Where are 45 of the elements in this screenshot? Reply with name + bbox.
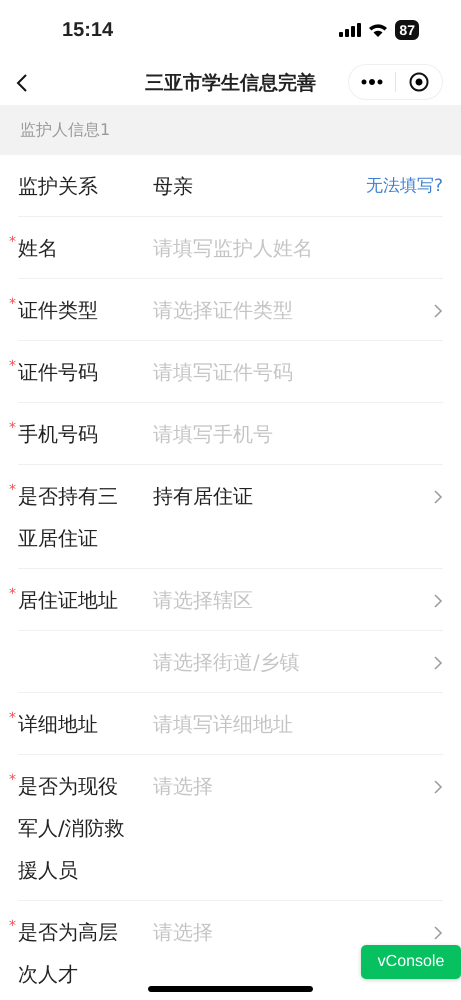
select-field[interactable]: 请选择 [153, 765, 433, 807]
field-label: 是否持有三亚居住证 [18, 483, 119, 552]
required-mark: * [9, 585, 17, 604]
select-field[interactable]: 请选择街道/乡镇 [153, 641, 433, 683]
required-mark: * [9, 917, 17, 936]
field-label: 姓名 [18, 235, 59, 262]
required-mark: * [9, 295, 17, 314]
section-title: 监护人信息1 [20, 120, 110, 140]
status-time: 15:14 [62, 18, 114, 42]
input-field[interactable]: 请填写手机号 [153, 413, 443, 455]
field-label: 是否为现役军人/消防救援人员 [18, 773, 126, 884]
select-field[interactable]: 请选择辖区 [153, 579, 433, 621]
chevron-right-icon [433, 925, 443, 941]
page-title: 三亚市学生信息完善 [144, 70, 317, 96]
input-field[interactable]: 请填写证件号码 [153, 351, 443, 393]
field-label: 证件类型 [18, 297, 99, 324]
chevron-right-icon [433, 593, 443, 609]
required-mark: * [9, 771, 17, 790]
field-value[interactable]: 母亲 [153, 165, 366, 207]
field-label: 居住证地址 [18, 587, 119, 614]
required-mark: * [9, 419, 17, 438]
field-value[interactable]: 持有居住证 [153, 475, 433, 517]
required-mark: * [9, 709, 17, 728]
chevron-right-icon [433, 779, 443, 795]
chevron-right-icon [433, 489, 443, 505]
field-label: 监护关系 [18, 173, 99, 200]
signal-icon [339, 23, 362, 37]
required-mark: * [9, 233, 17, 252]
select-field[interactable]: 请选择证件类型 [153, 289, 433, 331]
required-mark: * [9, 357, 17, 376]
field-label: 是否为高层次人才 [18, 919, 119, 988]
field-label: 证件号码 [18, 359, 99, 386]
field-label: 详细地址 [18, 711, 99, 738]
input-field[interactable]: 请填写详细地址 [153, 703, 443, 745]
field-label: 手机号码 [18, 421, 99, 448]
input-field[interactable]: 请填写监护人姓名 [153, 227, 443, 269]
chevron-right-icon [433, 303, 443, 319]
wifi-icon [368, 22, 388, 38]
back-icon[interactable] [16, 72, 28, 92]
vconsole-button[interactable]: vConsole [361, 945, 461, 979]
more-icon[interactable] [361, 79, 383, 85]
battery-level: 87 [395, 20, 419, 40]
required-mark: * [9, 481, 17, 500]
chevron-right-icon [433, 655, 443, 671]
help-link[interactable]: 无法填写? [366, 165, 443, 207]
